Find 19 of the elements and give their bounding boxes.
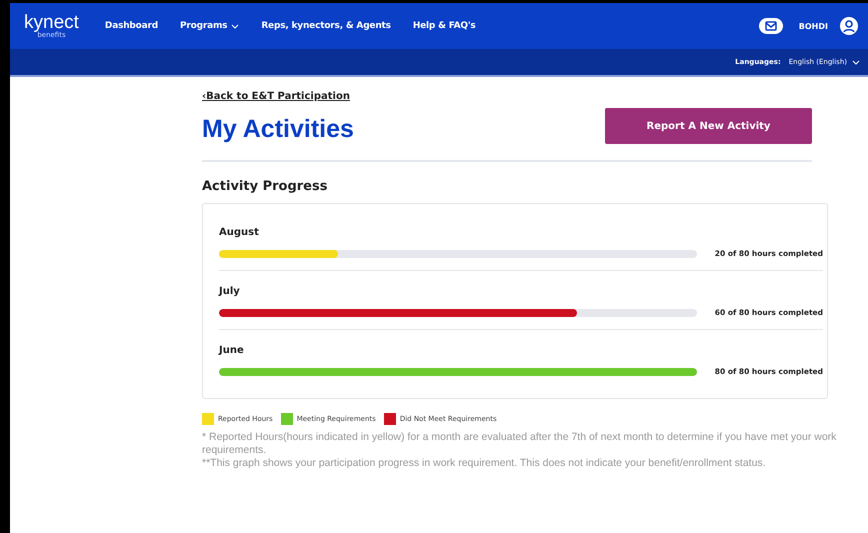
mail-icon[interactable] bbox=[758, 18, 783, 34]
logo[interactable]: kynect bbox=[24, 13, 79, 32]
nav-link[interactable]: Reps, kynectors, & Agents bbox=[261, 21, 391, 31]
chevron-down-icon bbox=[231, 24, 240, 28]
chevron-down-icon bbox=[852, 60, 860, 64]
nav-link[interactable]: Help & FAQ's bbox=[412, 21, 476, 31]
report-activity-button[interactable]: Report A New Activity bbox=[605, 108, 812, 144]
footnote: * Reported Hours(hours indicated in yellow) for a month are evaluated after the 7th of next month to determine if you have met your work requirements. bbox=[202, 431, 838, 458]
nav-link[interactable]: Dashboard bbox=[104, 21, 158, 31]
section-title: Activity Progress bbox=[202, 179, 328, 194]
month-label: July bbox=[219, 286, 240, 297]
page-title: My Activities bbox=[202, 114, 354, 144]
footnote: **This graph shows your participation progress in work requirement. This does not indicate your benefit/enrollment status. bbox=[202, 457, 767, 470]
back-link[interactable]: ‹Back to E&T Participation bbox=[202, 91, 350, 102]
user-avatar-icon[interactable] bbox=[840, 17, 858, 35]
user-name[interactable]: BOHDI bbox=[798, 22, 828, 30]
month-label: August bbox=[219, 227, 259, 238]
month-label: June bbox=[219, 345, 244, 356]
nav-link[interactable]: Programs bbox=[180, 21, 240, 31]
